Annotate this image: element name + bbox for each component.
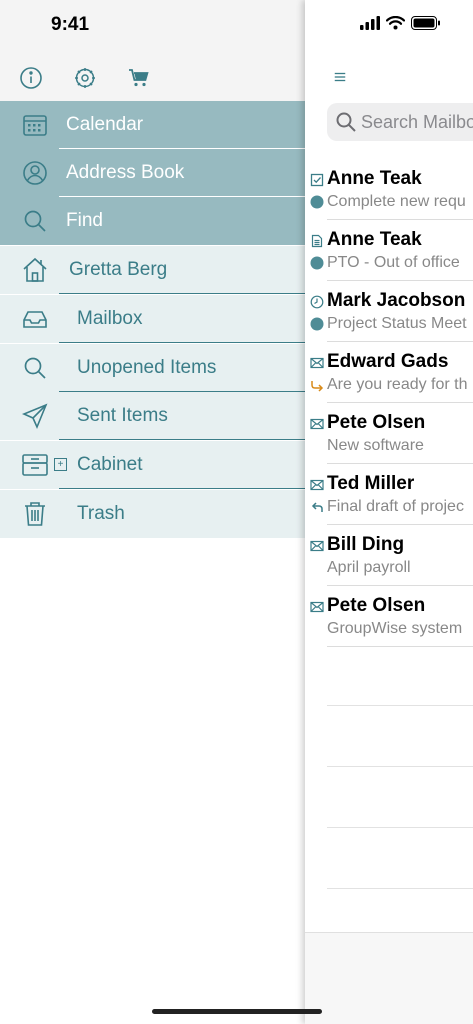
info-icon[interactable]: [17, 64, 45, 92]
message-sender: Anne Teak: [327, 168, 422, 189]
signal-icon: [360, 16, 380, 30]
home-icon: [20, 255, 50, 285]
nav-label: Find: [66, 210, 103, 231]
mail-list-pane: Search Mailbox Anne Teak Complete new re…: [305, 0, 473, 1024]
nav-item-mailbox[interactable]: Mailbox: [0, 295, 305, 343]
nav-label: Trash: [77, 503, 125, 524]
cart-icon[interactable]: [125, 64, 153, 92]
message-row[interactable]: Ted Miller Final draft of projec: [305, 464, 473, 525]
message-sender: Pete Olsen: [327, 595, 426, 616]
nav-label: Sent Items: [77, 405, 168, 426]
clock-icon: [310, 295, 324, 309]
search-icon: [336, 112, 356, 132]
message-subject: Complete new requ: [327, 193, 466, 210]
drawer-header: 9:41: [0, 0, 305, 101]
bottom-toolbar: [305, 932, 473, 1024]
search-icon: [20, 353, 50, 383]
dot-icon: [310, 317, 324, 331]
hamburger-menu-icon[interactable]: [333, 68, 353, 88]
dot-icon: [310, 195, 324, 209]
mail-icon: [310, 418, 324, 430]
nav-label: Cabinet: [77, 454, 143, 475]
message-row[interactable]: Mark Jacobson Project Status Meet: [305, 281, 473, 342]
expand-plus-icon[interactable]: +: [54, 458, 67, 471]
message-subject: Are you ready for th: [327, 376, 468, 393]
message-row[interactable]: Pete Olsen New software: [305, 403, 473, 464]
nav-item-find[interactable]: Find: [0, 197, 305, 245]
contact-icon: [20, 158, 50, 188]
dot-icon: [310, 256, 324, 270]
empty-row-divider: [327, 827, 473, 828]
cabinet-icon: [20, 450, 50, 480]
nav-item-unopened-items[interactable]: Unopened Items: [0, 344, 305, 392]
status-indicators: [360, 16, 441, 30]
message-subject: April payroll: [327, 559, 411, 576]
divider: [59, 342, 305, 343]
message-sender: Mark Jacobson: [327, 290, 466, 311]
nav-label: Calendar: [66, 114, 144, 135]
message-subject: New software: [327, 437, 424, 454]
message-sender: Edward Gads: [327, 351, 449, 372]
reply-icon: [311, 502, 323, 512]
empty-row-divider: [327, 766, 473, 767]
status-time: 9:41: [51, 14, 90, 35]
message-sender: Ted Miller: [327, 473, 415, 494]
search-placeholder: Search Mailbox: [361, 111, 473, 132]
mail-icon: [310, 479, 324, 491]
message-subject: Project Status Meet: [327, 315, 467, 332]
drawer-toolbar: [17, 64, 153, 92]
divider: [59, 293, 305, 294]
empty-row-divider: [327, 705, 473, 706]
nav-item-gretta-berg[interactable]: Gretta Berg: [0, 246, 305, 294]
search-bar[interactable]: Search Mailbox: [327, 103, 473, 141]
divider: [59, 439, 305, 440]
mail-icon: [310, 540, 324, 552]
battery-icon: [411, 16, 440, 30]
forward-icon: [311, 381, 324, 392]
search-icon: [20, 206, 50, 236]
message-row[interactable]: Anne Teak PTO - Out of office: [305, 220, 473, 281]
message-sender: Pete Olsen: [327, 412, 426, 433]
message-row[interactable]: Pete Olsen GroupWise system: [305, 586, 473, 647]
navigation-drawer: 9:41 Calendar Address Book Find Gretta B…: [0, 0, 305, 1024]
inbox-icon: [20, 304, 50, 334]
mail-icon: [310, 357, 324, 369]
message-subject: PTO - Out of office: [327, 254, 460, 271]
trash-icon: [20, 499, 50, 529]
nav-label: Mailbox: [77, 308, 143, 329]
calendar-icon: [20, 110, 50, 140]
nav-item-address-book[interactable]: Address Book: [0, 149, 305, 197]
nav-label: Unopened Items: [77, 357, 217, 378]
wifi-icon: [386, 16, 405, 30]
nav-item-cabinet[interactable]: + Cabinet: [0, 441, 305, 489]
nav-item-trash[interactable]: Trash: [0, 490, 305, 538]
note-icon: [311, 234, 323, 248]
divider: [327, 646, 473, 647]
home-indicator[interactable]: [152, 1009, 322, 1014]
mail-icon: [310, 601, 324, 613]
message-sender: Anne Teak: [327, 229, 422, 250]
divider: [59, 488, 305, 489]
message-row[interactable]: Edward Gads Are you ready for th: [305, 342, 473, 403]
settings-icon[interactable]: [71, 64, 99, 92]
message-subject: GroupWise system: [327, 620, 463, 637]
task-icon: [310, 173, 324, 187]
message-row[interactable]: Bill Ding April payroll: [305, 525, 473, 586]
message-row[interactable]: Anne Teak Complete new requ: [305, 159, 473, 220]
message-subject: Final draft of projec: [327, 498, 464, 515]
nav-label: Gretta Berg: [69, 259, 168, 280]
empty-row-divider: [327, 888, 473, 889]
nav-label: Address Book: [66, 162, 185, 183]
message-sender: Bill Ding: [327, 534, 405, 555]
nav-item-calendar[interactable]: Calendar: [0, 101, 305, 149]
nav-item-sent-items[interactable]: Sent Items: [0, 392, 305, 440]
send-icon: [20, 401, 50, 431]
